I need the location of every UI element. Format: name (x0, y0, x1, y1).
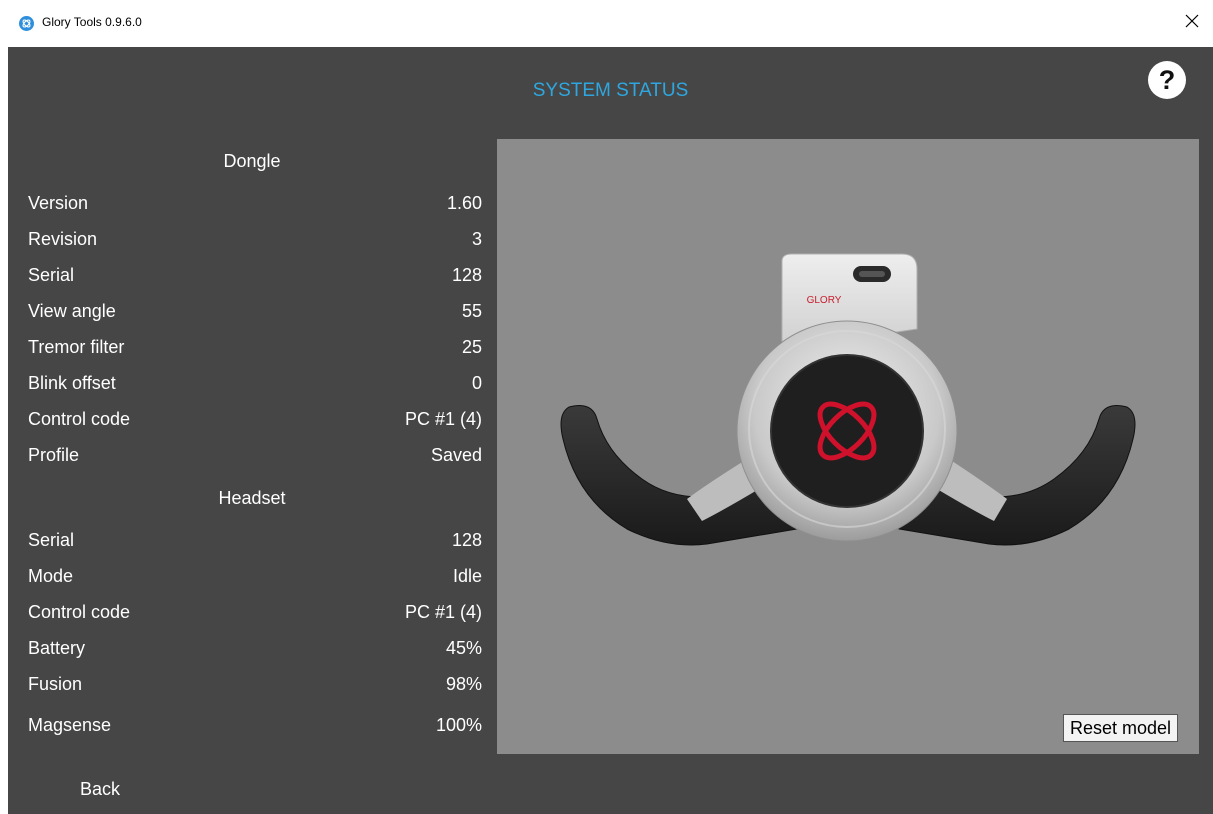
row-value: 128 (451, 530, 482, 550)
row-label: Mode (28, 566, 74, 586)
dongle-row-view-angle: View angle 55 (28, 301, 482, 325)
headset-row-fusion: Fusion 98% (28, 674, 482, 698)
dongle-row-version: Version 1.60 (28, 193, 482, 217)
row-label: Profile (28, 445, 80, 465)
headset-model: GLORY (560, 253, 1136, 546)
row-label: Serial (28, 530, 75, 550)
row-value: 3 (471, 229, 482, 249)
headset-row-control-code: Control code PC #1 (4) (28, 602, 482, 626)
row-label: Blink offset (28, 373, 116, 393)
row-label: Serial (28, 265, 75, 285)
row-value: PC #1 (4) (404, 602, 482, 622)
row-value: 55 (461, 301, 482, 321)
back-button[interactable]: Back (80, 779, 120, 800)
row-value: 100% (435, 715, 482, 735)
close-button[interactable] (1181, 10, 1203, 32)
help-button[interactable]: ? (1148, 61, 1186, 99)
dongle-row-serial: Serial 128 (28, 265, 482, 289)
row-value: 128 (451, 265, 482, 285)
question-icon: ? (1158, 64, 1176, 95)
headset-row-battery: Battery 45% (28, 638, 482, 662)
row-value: PC #1 (4) (404, 409, 482, 429)
model-viewport[interactable]: GLORY Reset model (497, 139, 1199, 754)
model-brand-text: GLORY (807, 295, 842, 306)
page-title: SYSTEM STATUS (532, 80, 689, 101)
row-value: Idle (452, 566, 482, 586)
row-label: View angle (28, 301, 116, 321)
dongle-row-profile: Profile Saved (28, 445, 482, 469)
headset-heading: Headset (218, 488, 286, 508)
close-icon (1185, 14, 1199, 28)
row-value: Saved (430, 445, 482, 465)
row-label: Revision (28, 229, 98, 249)
row-value: 25 (461, 337, 482, 357)
row-label: Fusion (28, 674, 83, 694)
row-value: 0 (471, 373, 482, 393)
window-title: Glory Tools 0.9.6.0 (42, 15, 142, 29)
row-value: 98% (445, 674, 482, 694)
main-panel: SYSTEM STATUS ? Dongle Version 1.60 Revi… (8, 47, 1213, 814)
headset-row-serial: Serial 128 (28, 530, 482, 554)
row-label: Battery (28, 638, 86, 658)
headset-row-magsense: Magsense 100% (28, 715, 482, 739)
row-value: 1.60 (446, 193, 482, 213)
reset-model-button[interactable]: Reset model (1063, 714, 1179, 742)
app-logo-icon (19, 16, 34, 31)
dongle-row-revision: Revision 3 (28, 229, 482, 253)
title-bar: Glory Tools 0.9.6.0 (0, 0, 1213, 47)
row-label: Control code (28, 602, 131, 622)
row-label: Version (28, 193, 89, 213)
dongle-row-blink-offset: Blink offset 0 (28, 373, 482, 397)
dongle-heading: Dongle (223, 151, 281, 171)
headset-row-mode: Mode Idle (28, 566, 482, 590)
row-label: Tremor filter (28, 337, 125, 357)
row-value: 45% (445, 638, 482, 658)
row-label: Control code (28, 409, 131, 429)
row-label: Magsense (28, 715, 112, 735)
dongle-row-control-code: Control code PC #1 (4) (28, 409, 482, 433)
dongle-row-tremor-filter: Tremor filter 25 (28, 337, 482, 361)
